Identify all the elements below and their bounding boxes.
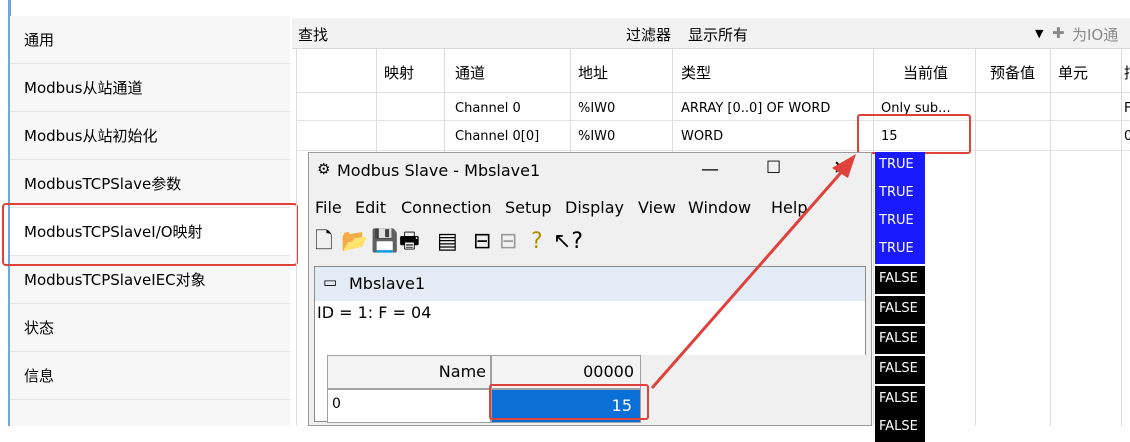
arrow-head [832, 154, 856, 178]
arrow-line [650, 167, 847, 389]
annotation-arrow [650, 154, 856, 389]
